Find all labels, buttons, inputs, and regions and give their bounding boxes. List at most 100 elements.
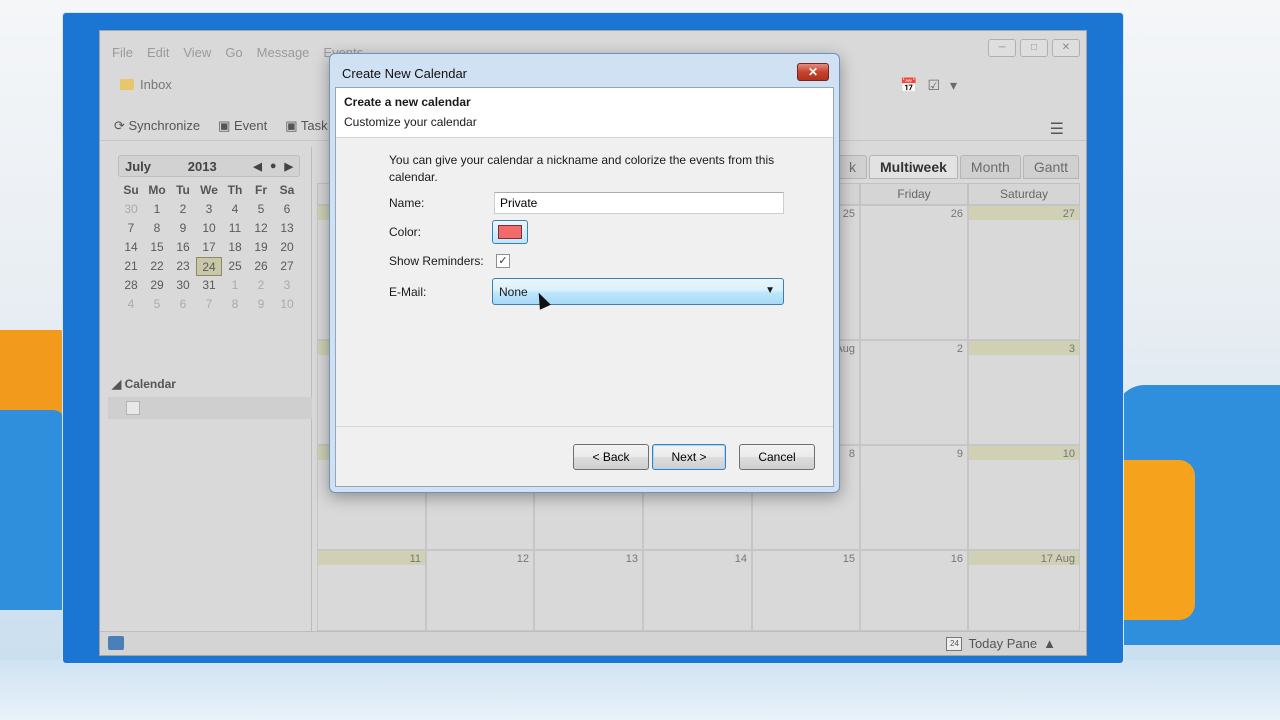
dropdown-arrow-icon: ▼ bbox=[765, 285, 775, 296]
day-cell[interactable]: 2 bbox=[860, 340, 968, 445]
day-cell[interactable]: 16 bbox=[860, 550, 968, 631]
mini-calendar-day[interactable]: 4 bbox=[222, 200, 248, 219]
day-cell[interactable]: 13 bbox=[534, 550, 643, 631]
mini-calendar-day[interactable]: 11 bbox=[222, 219, 248, 238]
calendar-list-item[interactable] bbox=[108, 397, 312, 419]
mini-calendar-day[interactable]: 14 bbox=[118, 238, 144, 257]
dialog-header: Create a new calendar Customize your cal… bbox=[336, 88, 833, 138]
mini-calendar-day[interactable]: 10 bbox=[196, 219, 222, 238]
maximize-button[interactable]: □ bbox=[1020, 39, 1048, 57]
menu-file[interactable]: File bbox=[112, 45, 133, 65]
mini-calendar-day[interactable]: 1 bbox=[144, 200, 170, 219]
mini-calendar-day[interactable]: 24 bbox=[196, 257, 222, 276]
mini-calendar-day[interactable]: 16 bbox=[170, 238, 196, 257]
mini-calendar-day[interactable]: 12 bbox=[248, 219, 274, 238]
mini-calendar-year[interactable]: 2013 bbox=[188, 159, 217, 174]
mini-calendar-day[interactable]: 6 bbox=[274, 200, 300, 219]
mini-calendar-day[interactable]: 18 bbox=[222, 238, 248, 257]
minimize-button[interactable]: ─ bbox=[988, 39, 1016, 57]
mini-calendar-day[interactable]: 30 bbox=[118, 200, 144, 219]
tab-week-partial[interactable]: k bbox=[838, 155, 867, 179]
online-status-icon[interactable] bbox=[108, 636, 124, 650]
mini-calendar-day[interactable]: 23 bbox=[170, 257, 196, 276]
menu-go[interactable]: Go bbox=[225, 45, 242, 65]
mini-calendar-day[interactable]: 8 bbox=[222, 295, 248, 314]
tab-month[interactable]: Month bbox=[959, 155, 1021, 179]
mini-calendar-day[interactable]: 29 bbox=[144, 276, 170, 295]
mini-calendar-day[interactable]: 31 bbox=[196, 276, 222, 295]
mini-calendar-day[interactable]: 5 bbox=[144, 295, 170, 314]
show-reminders-checkbox[interactable]: ✓ bbox=[496, 254, 510, 268]
mini-calendar-day[interactable]: 30 bbox=[170, 276, 196, 295]
tab-multiweek[interactable]: Multiweek bbox=[869, 155, 958, 179]
mini-calendar-day[interactable]: 3 bbox=[196, 200, 222, 219]
mini-calendar-day[interactable]: 10 bbox=[274, 295, 300, 314]
day-cell[interactable]: 3 bbox=[968, 340, 1080, 445]
mini-calendar-day[interactable]: 2 bbox=[170, 200, 196, 219]
back-button[interactable]: < Back bbox=[573, 444, 649, 470]
mini-calendar-day[interactable]: 9 bbox=[170, 219, 196, 238]
mini-calendar-day[interactable]: 17 bbox=[196, 238, 222, 257]
prev-month-icon[interactable]: ◀ bbox=[253, 160, 261, 173]
day-number: 13 bbox=[625, 553, 638, 565]
day-cell[interactable]: 9 bbox=[860, 445, 968, 550]
create-calendar-dialog: Create New Calendar ✕ Create a new calen… bbox=[329, 53, 840, 493]
mini-calendar-day[interactable]: 25 bbox=[222, 257, 248, 276]
calendar-checkbox[interactable] bbox=[126, 401, 140, 415]
mini-calendar-month[interactable]: July bbox=[125, 159, 151, 174]
mini-calendar-day[interactable]: 19 bbox=[248, 238, 274, 257]
mini-calendar-day[interactable]: 8 bbox=[144, 219, 170, 238]
day-cell[interactable]: 17 Aug bbox=[968, 550, 1080, 631]
day-cell[interactable]: 15 bbox=[752, 550, 860, 631]
show-reminders-label: Show Reminders: bbox=[389, 254, 484, 268]
menu-hamburger-icon[interactable]: ☰ bbox=[1050, 119, 1064, 139]
day-cell[interactable]: 12 bbox=[426, 550, 534, 631]
today-circle-icon[interactable]: ● bbox=[270, 160, 277, 173]
menu-message[interactable]: Message bbox=[257, 45, 310, 65]
calendar-name-input[interactable] bbox=[494, 192, 784, 214]
mini-calendar-day[interactable]: 28 bbox=[118, 276, 144, 295]
day-cell[interactable]: 14 bbox=[643, 550, 752, 631]
tasks-tab-icon[interactable]: ☑ bbox=[927, 77, 940, 94]
tab-gantt[interactable]: Gantt bbox=[1022, 155, 1080, 179]
mini-calendar-day[interactable]: 22 bbox=[144, 257, 170, 276]
next-button[interactable]: Next > bbox=[652, 444, 726, 470]
mini-calendar-day[interactable]: 9 bbox=[248, 295, 274, 314]
new-task-button[interactable]: ▣ Task bbox=[285, 118, 327, 134]
mini-calendar-day[interactable]: 7 bbox=[196, 295, 222, 314]
day-cell[interactable]: 26 bbox=[860, 205, 968, 340]
mini-calendar-day[interactable]: 13 bbox=[274, 219, 300, 238]
close-window-button[interactable]: ✕ bbox=[1052, 39, 1080, 57]
today-pane-label: Today Pane bbox=[968, 636, 1038, 651]
mini-calendar-day[interactable]: 20 bbox=[274, 238, 300, 257]
day-cell[interactable]: 10 bbox=[968, 445, 1080, 550]
dialog-close-button[interactable]: ✕ bbox=[797, 63, 829, 81]
day-cell[interactable]: 11 bbox=[317, 550, 426, 631]
mini-calendar-day[interactable]: 27 bbox=[274, 257, 300, 276]
mini-calendar-day[interactable]: 15 bbox=[144, 238, 170, 257]
folder-tab[interactable]: Inbox bbox=[120, 77, 172, 92]
mini-calendar-day[interactable]: 1 bbox=[222, 276, 248, 295]
new-task-label: Task bbox=[300, 117, 328, 133]
calendar-list-header[interactable]: ◢ Calendar bbox=[112, 377, 176, 391]
color-picker-button[interactable] bbox=[492, 220, 528, 244]
mini-calendar-day[interactable]: 6 bbox=[170, 295, 196, 314]
chevron-down-icon[interactable]: ▾ bbox=[950, 77, 957, 94]
calendar-tab-icon[interactable]: 📅 bbox=[900, 77, 917, 94]
mini-calendar-day[interactable]: 7 bbox=[118, 219, 144, 238]
synchronize-button[interactable]: ⟳ Synchronize bbox=[114, 118, 200, 134]
cancel-button[interactable]: Cancel bbox=[739, 444, 815, 470]
menu-edit[interactable]: Edit bbox=[147, 45, 169, 65]
next-month-icon[interactable]: ▶ bbox=[285, 160, 293, 173]
mini-calendar-day[interactable]: 21 bbox=[118, 257, 144, 276]
weekday-label: Mo bbox=[148, 183, 166, 197]
mini-calendar-day[interactable]: 26 bbox=[248, 257, 274, 276]
mini-calendar-day[interactable]: 4 bbox=[118, 295, 144, 314]
day-cell[interactable]: 27 bbox=[968, 205, 1080, 340]
mini-calendar-day[interactable]: 5 bbox=[248, 200, 274, 219]
mini-calendar-day[interactable]: 3 bbox=[274, 276, 300, 295]
mini-calendar-day[interactable]: 2 bbox=[248, 276, 274, 295]
today-pane-toggle[interactable]: 24 Today Pane ▲ bbox=[946, 636, 1056, 651]
new-event-button[interactable]: ▣ Event bbox=[218, 118, 267, 134]
menu-view[interactable]: View bbox=[183, 45, 211, 65]
